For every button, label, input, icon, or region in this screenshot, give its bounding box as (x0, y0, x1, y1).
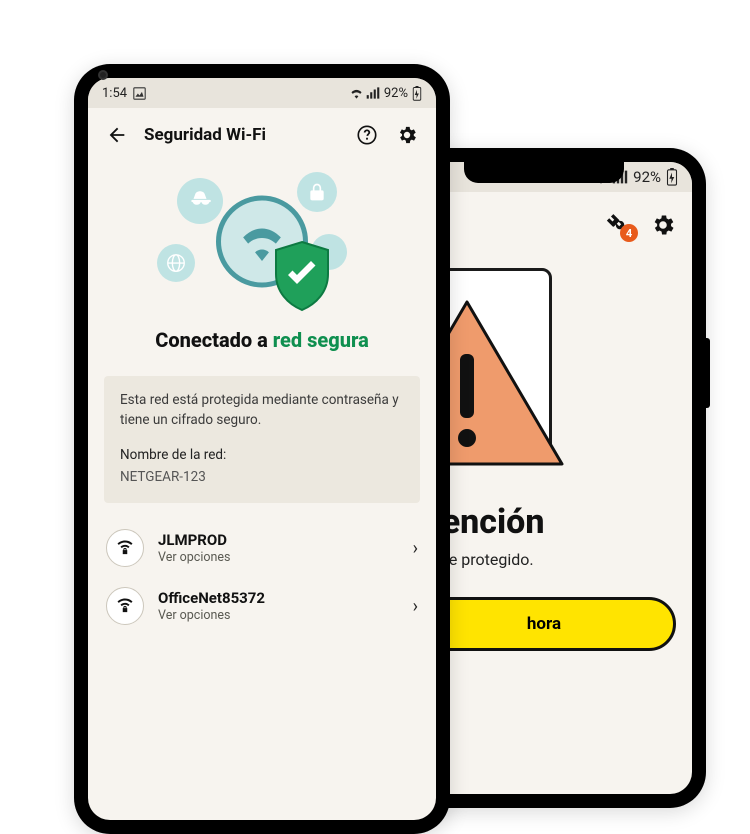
status-time: 1:54 (102, 86, 127, 101)
phone-front: 1:54 92% Seguridad Wi-Fi (74, 64, 450, 834)
tools-badge: 4 (620, 224, 638, 242)
cta-button[interactable]: hora (412, 597, 676, 651)
settings-button[interactable] (394, 122, 420, 148)
battery-text: 92% (633, 168, 661, 186)
wifi-icon (349, 87, 364, 99)
network-info: OfficeNet85372 Ver opciones (158, 589, 399, 623)
wifi-lock-icon (106, 587, 144, 625)
network-row[interactable]: OfficeNet85372 Ver opciones › (88, 577, 436, 635)
spy-icon (177, 178, 223, 224)
arrow-left-icon (106, 124, 128, 146)
network-row[interactable]: JLMPROD Ver opciones › (88, 519, 436, 577)
image-icon (133, 87, 146, 100)
info-desc: Esta red está protegida mediante contras… (120, 390, 404, 431)
battery-text: 92% (384, 86, 408, 101)
battery-icon (412, 86, 422, 101)
chevron-right-icon: › (413, 538, 418, 559)
back-button[interactable] (104, 122, 130, 148)
phone-notch (464, 162, 624, 183)
settings-button[interactable] (650, 212, 676, 238)
help-icon (356, 124, 378, 146)
network-list: JLMPROD Ver opciones › OfficeNet85372 Ve… (88, 519, 436, 635)
warning-illustration (412, 268, 676, 478)
network-info: JLMPROD Ver opciones (158, 531, 399, 565)
connected-prefix: Conectado a (155, 328, 273, 352)
lock-icon (297, 172, 337, 212)
shield-check-icon (271, 240, 333, 312)
network-label: Nombre de la red: (120, 445, 404, 465)
info-card: Esta red está protegida mediante contras… (104, 376, 420, 503)
status-left: 1:54 (102, 86, 146, 101)
battery-icon (666, 168, 678, 186)
help-button[interactable] (354, 122, 380, 148)
globe-icon (157, 244, 195, 282)
camera-dot (98, 70, 108, 80)
gear-icon (650, 212, 676, 238)
wifi-lock-icon (106, 529, 144, 567)
network-item-sub: Ver opciones (158, 550, 399, 565)
signal-icon (366, 87, 380, 99)
connected-secure: red segura (273, 328, 369, 352)
chevron-right-icon: › (413, 596, 418, 617)
network-item-sub: Ver opciones (158, 608, 399, 623)
volume-rocker (706, 338, 710, 408)
network-item-name: OfficeNet85372 (158, 589, 399, 607)
network-item-name: JLMPROD (158, 531, 399, 549)
status-bar: 1:54 92% (88, 78, 436, 108)
gear-icon (396, 124, 418, 146)
hero-text: Conectado a red segura (88, 322, 436, 368)
tools-button[interactable]: 4 (606, 212, 632, 238)
page-title: Seguridad Wi-Fi (144, 125, 340, 145)
app-header: Seguridad Wi-Fi (88, 108, 436, 158)
hero-illustration (157, 172, 367, 322)
status-right: 92% (349, 86, 422, 101)
network-name: NETGEAR-123 (120, 467, 404, 487)
phone-front-screen: 1:54 92% Seguridad Wi-Fi (88, 78, 436, 820)
